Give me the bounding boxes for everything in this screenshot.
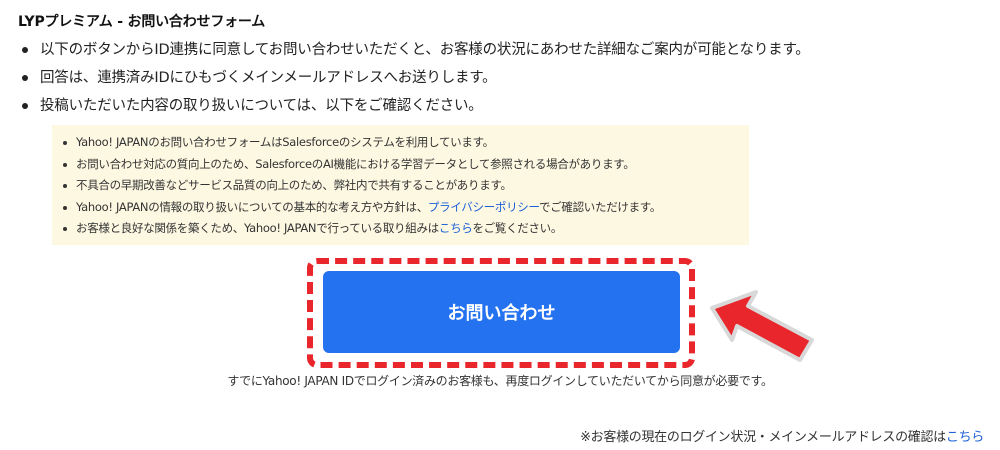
contact-form-page: LYPプレミアム - お問い合わせフォーム 以下のボタンからID連携に同意してお… <box>0 0 1000 450</box>
relogin-note: すでにYahoo! JAPAN IDでログイン済みのお客様も、再度ログインしてい… <box>227 374 773 388</box>
info-item-text: 以下のボタンからID連携に同意してお問い合わせいただくと、お客様の状況にあわせた… <box>40 42 810 58</box>
info-item-text: 回答は、連携済みIDにひもづくメインメールアドレスへお送りします。 <box>40 70 497 86</box>
login-status-link[interactable]: こちら <box>946 430 984 445</box>
data-handling-notice: Yahoo! JAPANのお問い合わせフォームはSalesforceのシステムを… <box>52 125 749 245</box>
login-status-text: ※お客様の現在のログイン状況・メインメールアドレスの確認は <box>580 430 946 445</box>
notice-item-text: でご確認いただけます。 <box>539 199 662 214</box>
notice-item-text: Yahoo! JAPANの情報の取り扱いについての基本的な考え方や方針は、 <box>76 199 428 214</box>
bullet-icon <box>63 227 67 231</box>
bullet-icon <box>63 205 67 210</box>
notice-item: Yahoo! JAPANの情報の取り扱いについての基本的な考え方や方針は、プライ… <box>60 197 749 219</box>
notice-item: 不具合の早期改善などサービス品質の向上のため、弊社内で共有することがあります。 <box>60 175 749 197</box>
initiatives-link[interactable]: こちら <box>439 221 473 235</box>
info-list: 以下のボタンからID連携に同意してお問い合わせいただくと、お客様の状況にあわせた… <box>18 36 978 120</box>
login-status-note: ※お客様の現在のログイン状況・メインメールアドレスの確認はこちら <box>580 426 984 445</box>
notice-item-text: お客様と良好な関係を築くため、Yahoo! JAPANで行っている取り組みは <box>76 221 439 235</box>
contact-button[interactable]: お問い合わせ <box>323 271 680 353</box>
notice-item-text: をご覧ください。 <box>472 221 563 235</box>
info-item: 投稿いただいた内容の取り扱いについては、以下をご確認ください。 <box>18 92 978 120</box>
bullet-icon <box>63 141 67 145</box>
bullet-icon <box>63 184 67 188</box>
privacy-policy-link[interactable]: プライバシーポリシー <box>428 200 539 214</box>
notice-item: お客様と良好な関係を築くため、Yahoo! JAPANで行っている取り組みはこち… <box>60 218 749 240</box>
notice-item: お問い合わせ対応の質向上のため、SalesforceのAI機能における学習データ… <box>60 154 749 176</box>
notice-item: Yahoo! JAPANのお問い合わせフォームはSalesforceのシステムを… <box>60 132 749 154</box>
notice-item-text: お問い合わせ対応の質向上のため、SalesforceのAI機能における学習データ… <box>76 156 635 171</box>
page-title: LYPプレミアム - お問い合わせフォーム <box>18 14 266 30</box>
info-item: 以下のボタンからID連携に同意してお問い合わせいただくと、お客様の状況にあわせた… <box>18 36 978 64</box>
notice-item-text: 不具合の早期改善などサービス品質の向上のため、弊社内で共有することがあります。 <box>76 178 512 192</box>
notice-item-text: Yahoo! JAPANのお問い合わせフォームはSalesforceのシステムを… <box>76 135 494 149</box>
info-item: 回答は、連携済みIDにひもづくメインメールアドレスへお送りします。 <box>18 64 978 92</box>
bullet-icon <box>63 162 67 167</box>
arrow-pointer-icon <box>710 290 814 362</box>
bullet-icon <box>22 103 28 109</box>
bullet-icon <box>22 47 28 53</box>
notice-list: Yahoo! JAPANのお問い合わせフォームはSalesforceのシステムを… <box>60 132 749 240</box>
info-item-text: 投稿いただいた内容の取り扱いについては、以下をご確認ください。 <box>40 98 483 114</box>
bullet-icon <box>22 75 28 81</box>
